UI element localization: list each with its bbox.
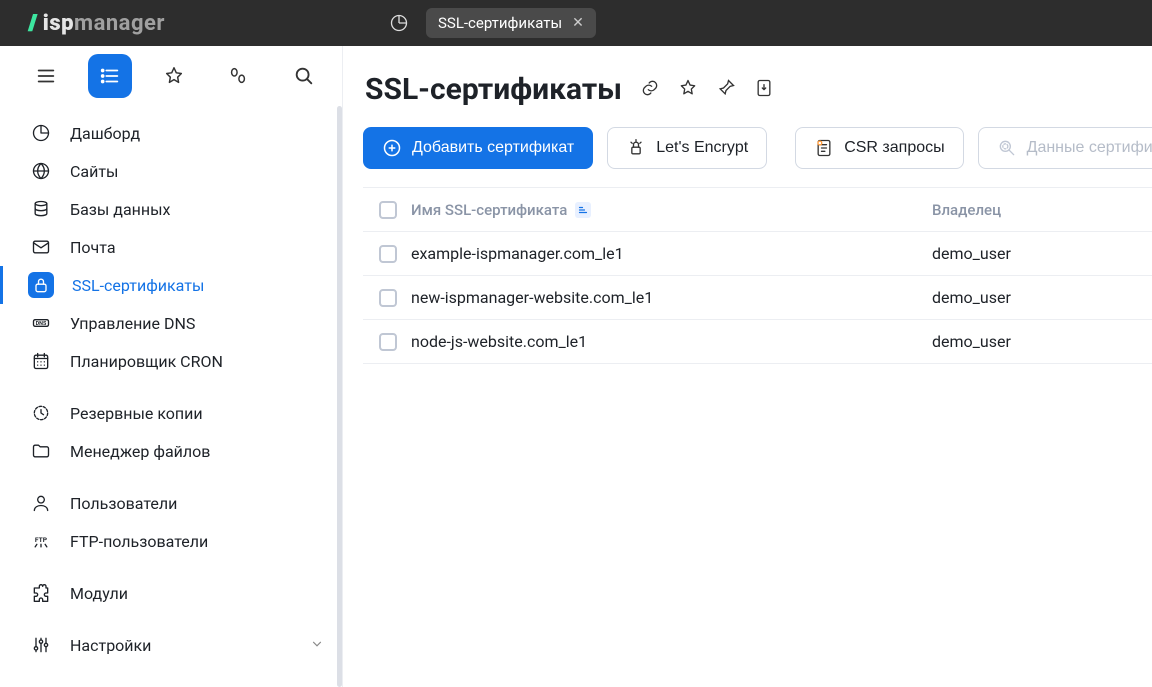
sidebar-item-label: Дашборд: [70, 124, 140, 143]
hamburger-icon[interactable]: [24, 54, 68, 98]
sliders-icon: [30, 634, 52, 656]
lets-encrypt-label: Let's Encrypt: [656, 139, 748, 157]
sidebar-item-calendar[interactable]: Планировщик CRON: [0, 342, 342, 380]
favorites-icon[interactable]: [152, 54, 196, 98]
lets-encrypt-button[interactable]: Let's Encrypt: [607, 127, 767, 169]
certificate-data-label: Данные сертификата: [1027, 139, 1152, 157]
logo-slashes-icon: //: [28, 11, 35, 36]
sidebar-item-folder[interactable]: Менеджер файлов: [0, 432, 342, 470]
chevron-down-icon: [310, 636, 324, 655]
certificate-data-button[interactable]: Данные сертификата: [978, 127, 1152, 169]
sidebar-item-label: Менеджер файлов: [70, 442, 210, 461]
sidebar-item-label: Сайты: [70, 162, 118, 181]
sidebar-item-label: Управление DNS: [70, 314, 195, 333]
page-title: SSL-сертификаты: [363, 72, 622, 107]
brand-logo[interactable]: // ispmanager: [0, 11, 382, 36]
ftp-icon: FTP: [30, 530, 52, 552]
select-all-checkbox[interactable]: [379, 201, 397, 219]
backup-icon: [30, 402, 52, 424]
svg-text:FTP: FTP: [35, 536, 48, 544]
user-icon: [30, 492, 52, 514]
pin-icon[interactable]: [716, 78, 736, 102]
dns-icon: DNS: [30, 312, 52, 334]
footprints-icon[interactable]: [216, 54, 260, 98]
col-header-owner[interactable]: Владелец: [932, 201, 1152, 219]
close-icon[interactable]: ✕: [572, 15, 584, 31]
sidebar-item-mail[interactable]: Почта: [0, 228, 342, 266]
sidebar-item-label: SSL-сертификаты: [72, 276, 204, 295]
cell-owner: demo_user: [932, 288, 1152, 307]
sidebar-item-label: Почта: [70, 238, 116, 257]
sidebar-item-puzzle[interactable]: Модули: [0, 574, 342, 612]
mail-icon: [30, 236, 52, 258]
nav-list-icon[interactable]: [88, 54, 132, 98]
sidebar-item-globe[interactable]: Сайты: [0, 152, 342, 190]
sidebar-item-label: Базы данных: [70, 200, 170, 219]
csr-requests-button[interactable]: CSR запросы: [795, 127, 963, 169]
row-checkbox[interactable]: [379, 333, 397, 351]
lock-icon: [28, 272, 54, 298]
sidebar-item-label: Модули: [70, 584, 128, 603]
toolbar: Добавить сертификат Let's Encrypt CSR за…: [343, 127, 1152, 187]
link-icon[interactable]: [640, 78, 660, 102]
table-header: Имя SSL-сертификата Владелец: [363, 188, 1152, 232]
row-checkbox[interactable]: [379, 245, 397, 263]
row-checkbox[interactable]: [379, 289, 397, 307]
cell-cert-name: new-ispmanager-website.com_le1: [411, 288, 932, 307]
star-icon[interactable]: [678, 78, 698, 102]
svg-text:DNS: DNS: [36, 321, 47, 327]
sidebar-item-label: Пользователи: [70, 494, 177, 513]
calendar-icon: [30, 350, 52, 372]
cell-cert-name: example-ispmanager.com_le1: [411, 244, 932, 263]
dashboard-shortcut-icon[interactable]: [382, 6, 416, 40]
table-row[interactable]: node-js-website.com_le1demo_user: [363, 320, 1152, 364]
sidebar-item-sliders[interactable]: Настройки: [0, 626, 342, 664]
export-icon[interactable]: [754, 78, 774, 102]
sidebar-item-lock[interactable]: SSL-сертификаты: [0, 266, 342, 304]
sidebar-item-label: FTP-пользователи: [70, 532, 208, 551]
main-content: SSL-сертификаты Добавить сертификат: [343, 46, 1152, 687]
sidebar-item-label: Настройки: [70, 636, 151, 655]
sidebar-item-user[interactable]: Пользователи: [0, 484, 342, 522]
sidebar-item-ftp[interactable]: FTP FTP-пользователи: [0, 522, 342, 560]
col-header-name[interactable]: Имя SSL-сертификата: [411, 201, 932, 219]
sidebar-item-label: Резервные копии: [70, 404, 203, 423]
sort-asc-icon: [575, 202, 591, 218]
csr-requests-label: CSR запросы: [844, 139, 944, 157]
sidebar-item-database[interactable]: Базы данных: [0, 190, 342, 228]
database-icon: [30, 198, 52, 220]
add-certificate-button[interactable]: Добавить сертификат: [363, 127, 593, 169]
sidebar-item-dns[interactable]: DNS Управление DNS: [0, 304, 342, 342]
cell-cert-name: node-js-website.com_le1: [411, 332, 932, 351]
dashboard-icon: [30, 122, 52, 144]
globe-icon: [30, 160, 52, 182]
puzzle-icon: [30, 582, 52, 604]
folder-icon: [30, 440, 52, 462]
sidebar-item-backup[interactable]: Резервные копии: [0, 394, 342, 432]
tab-ssl-certificates[interactable]: SSL-сертификаты ✕: [426, 8, 596, 38]
table-row[interactable]: new-ispmanager-website.com_le1demo_user: [363, 276, 1152, 320]
search-icon[interactable]: [282, 54, 326, 98]
nav-list: Дашборд Сайты Базы данных Почта SSL-сертифик…: [0, 106, 342, 672]
certificates-table: Имя SSL-сертификата Владелец example-isp…: [363, 187, 1152, 364]
sidebar: Дашборд Сайты Базы данных Почта SSL-сертифик…: [0, 46, 343, 687]
topbar: // ispmanager SSL-сертификаты ✕: [0, 0, 1152, 46]
sidebar-item-label: Планировщик CRON: [70, 352, 223, 371]
table-row[interactable]: example-ispmanager.com_le1demo_user: [363, 232, 1152, 276]
cell-owner: demo_user: [932, 244, 1152, 263]
sidebar-item-dashboard[interactable]: Дашборд: [0, 114, 342, 152]
add-certificate-label: Добавить сертификат: [412, 139, 574, 157]
cell-owner: demo_user: [932, 332, 1152, 351]
tab-label: SSL-сертификаты: [438, 14, 562, 32]
